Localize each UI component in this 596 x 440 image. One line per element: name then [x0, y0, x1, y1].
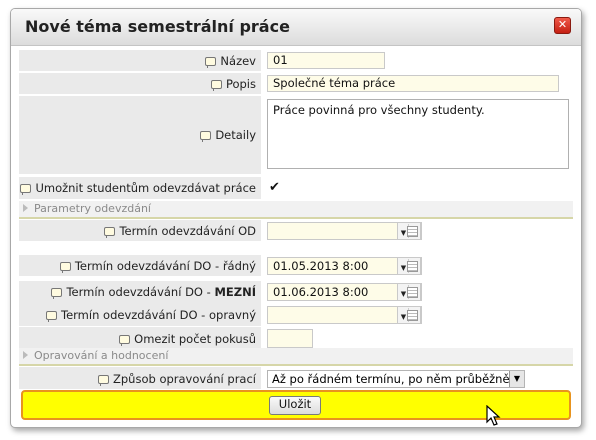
date-picker-button[interactable]: ▼ — [397, 306, 421, 324]
popis-input[interactable]: Společné téma práce — [267, 75, 559, 92]
comment-icon[interactable] — [20, 184, 32, 195]
comment-icon[interactable] — [119, 335, 131, 346]
date-picker-button[interactable]: ▼ — [397, 222, 421, 240]
detaily-textarea[interactable]: Práce povinná pro všechny studenty. — [267, 99, 569, 169]
row-termin-od: Termín odevzdávání OD ▼ — [19, 220, 573, 242]
row-umoznit: Umožnit studentům odevzdávat práce ✔ — [19, 177, 573, 200]
mouse-cursor-icon — [486, 405, 501, 426]
comment-icon[interactable] — [210, 80, 222, 91]
section-parametry: Parametry odevzdání — [19, 201, 573, 219]
termin-do-mezni-label: Termín odevzdávání DO - — [66, 285, 215, 299]
pokusy-input[interactable] — [267, 329, 313, 348]
close-icon[interactable]: ✕ — [554, 17, 571, 34]
comment-icon[interactable] — [98, 375, 109, 386]
detaily-label: Detaily — [215, 128, 256, 142]
row-termin-do-mezni: Termín odevzdávání DO - MEZNÍ 01.06.2013… — [19, 281, 573, 304]
date-picker-button[interactable]: ▼ — [397, 283, 421, 301]
pokusy-label: Omezit počet pokusů — [134, 332, 256, 346]
comment-icon[interactable] — [46, 311, 58, 322]
triangle-icon — [23, 204, 28, 212]
row-termin-do-opravny: Termín odevzdávání DO - opravný ▼ — [19, 303, 573, 327]
calendar-icon — [407, 226, 418, 237]
dialog-titlebar: Nové téma semestrální práce ✕ — [11, 9, 581, 46]
save-button[interactable]: Uložit — [269, 396, 321, 415]
popis-label: Popis — [225, 77, 256, 91]
row-nazev: Název 01 — [19, 50, 573, 72]
comment-icon[interactable] — [59, 262, 71, 273]
termin-od-label: Termín odevzdávání OD — [119, 224, 256, 238]
dialog-title: Nové téma semestrální práce — [25, 17, 290, 36]
zpusob-label: Způsob opravování prací — [113, 372, 256, 386]
umoznit-checkbox[interactable]: ✔ — [269, 180, 280, 195]
comment-icon[interactable] — [104, 227, 116, 238]
triangle-icon — [23, 351, 28, 359]
calendar-icon — [407, 287, 418, 298]
nazev-label: Název — [220, 54, 256, 68]
comment-icon[interactable] — [51, 288, 63, 299]
date-picker-button[interactable]: ▼ — [397, 257, 421, 275]
row-popis: Popis Společné téma práce — [19, 73, 573, 95]
section-parametry-label: Parametry odevzdání — [34, 202, 151, 215]
dialog: Nové téma semestrální práce ✕ Název 01 P… — [10, 8, 582, 428]
row-termin-do-radny: Termín odevzdávání DO - řádný 01.05.2013… — [19, 255, 573, 277]
nazev-input[interactable]: 01 — [267, 52, 385, 69]
termin-do-opravny-label: Termín odevzdávání DO - opravný — [61, 308, 256, 322]
termin-do-radny-label: Termín odevzdávání DO - řádný — [74, 259, 256, 273]
label-cell: Název — [19, 50, 261, 72]
zpusob-selected-value: Až po řádném termínu, po něm průběžně — [272, 372, 510, 386]
chevron-down-icon: ▼ — [509, 371, 524, 387]
calendar-icon — [407, 310, 418, 321]
section-opravovani-label: Opravování a hodnocení — [34, 349, 169, 362]
termin-do-mezni-label-bold: MEZNÍ — [214, 285, 256, 299]
zpusob-select[interactable]: Až po řádném termínu, po něm průběžně ▼ — [267, 370, 525, 388]
row-detaily: Detaily Práce povinná pro všechny studen… — [19, 96, 573, 175]
section-opravovani: Opravování a hodnocení — [19, 348, 573, 366]
comment-icon[interactable] — [200, 131, 212, 142]
row-zpusob: Způsob opravování prací Až po řádném ter… — [19, 367, 573, 390]
calendar-icon — [407, 261, 418, 272]
comment-icon[interactable] — [205, 57, 217, 68]
umoznit-label: Umožnit studentům odevzdávat práce — [35, 181, 256, 195]
row-pokusy: Omezit počet pokusů — [19, 327, 573, 351]
